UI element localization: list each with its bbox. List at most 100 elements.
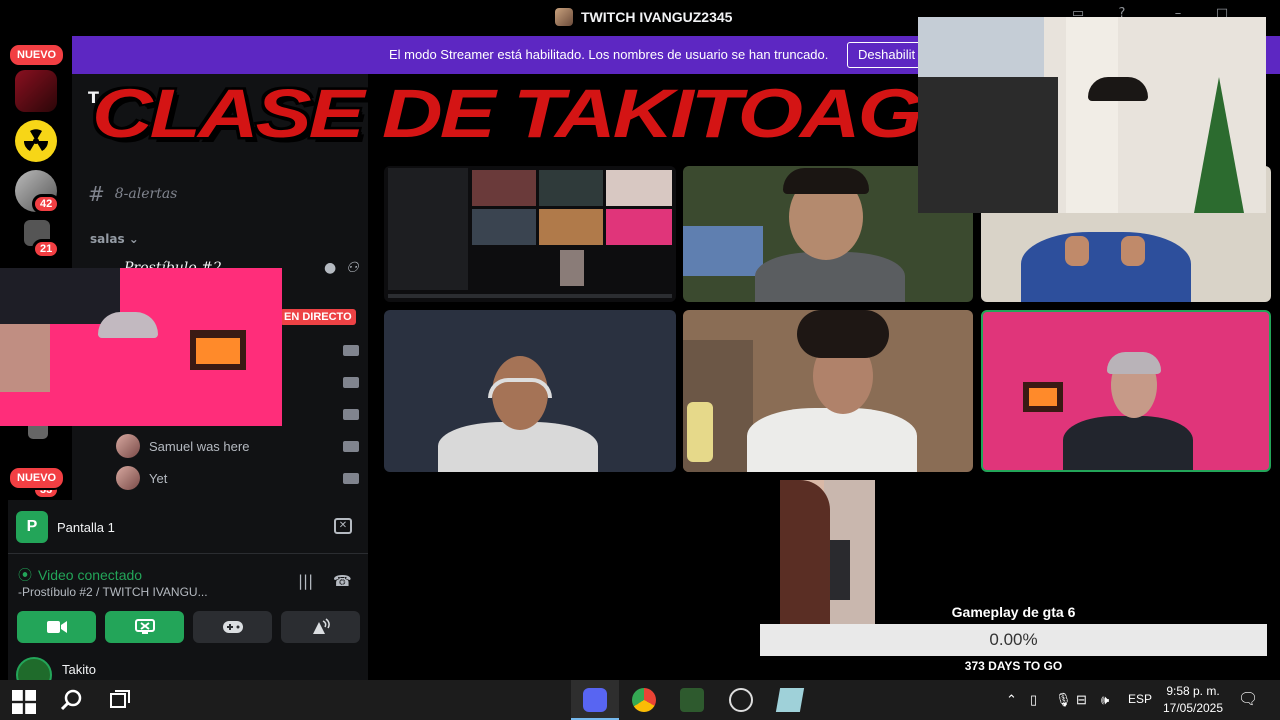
screen-share-app-icon: P <box>16 511 48 543</box>
radiation-icon <box>23 129 49 151</box>
stream-avatar-icon <box>555 8 573 26</box>
shared-screen-sidebar <box>388 168 468 290</box>
screen-share-row[interactable]: P Pantalla 1 ✕ <box>16 510 360 544</box>
shared-video-thumb <box>606 170 672 206</box>
add-member-icon[interactable]: ⚇ <box>346 260 359 276</box>
noise-suppression-icon[interactable]: ||| <box>298 572 313 590</box>
server-icon[interactable] <box>15 70 57 112</box>
server-icon-radiation[interactable] <box>15 120 57 162</box>
voice-member[interactable]: Samuel was here <box>116 434 249 458</box>
discord-icon[interactable] <box>583 688 607 712</box>
chat-icon[interactable]: ● <box>324 260 336 276</box>
camera-icon <box>343 409 359 420</box>
person-body <box>0 268 120 324</box>
clock-date: 17/05/2025 <box>1162 701 1224 715</box>
username: Takito <box>62 661 96 677</box>
nuevo-badge: NUEVO <box>8 43 66 67</box>
channel-label: 8-alertas <box>114 186 178 202</box>
divider <box>8 553 368 554</box>
microphone-icon[interactable]: 🎙︎ <box>1055 692 1072 708</box>
disconnect-icon[interactable]: ☎ <box>333 572 352 590</box>
mention-badge: 42 <box>32 194 61 214</box>
chevron-down-icon: ⌄ <box>128 232 139 246</box>
gamepad-icon <box>222 621 243 633</box>
streamer-webcam <box>918 17 1266 213</box>
goal-label: Gameplay de gta 6 <box>951 604 1076 620</box>
app-icon[interactable] <box>680 688 704 712</box>
channel-alerts[interactable]: # 8-alertas <box>88 182 177 206</box>
signal-icon: ⦿ <box>18 567 32 583</box>
volume-icon[interactable]: 🕪︎ <box>1101 692 1109 708</box>
goal-progress-bar: 0.00% <box>760 624 1267 656</box>
video-tile-participant-speaking[interactable] <box>981 310 1271 472</box>
person-hair <box>780 480 830 624</box>
video-tile-screen-share[interactable] <box>384 166 676 302</box>
voice-actions <box>17 611 360 643</box>
nuevo-badge: NUEVO <box>8 466 66 490</box>
disable-streamer-mode-button[interactable]: Deshabilit <box>847 42 927 68</box>
network-icon[interactable]: ⊟ <box>1076 692 1087 708</box>
screen-share-icon <box>134 619 155 634</box>
person-hair <box>797 310 889 358</box>
christmas-tree <box>1194 77 1244 213</box>
shared-video-thumb <box>539 209 603 245</box>
connection-status-text: Video conectado <box>38 567 143 583</box>
voice-member[interactable]: Yet <box>116 466 167 490</box>
category-label: salas <box>90 232 125 246</box>
background-object <box>683 226 763 276</box>
person-hat <box>1107 352 1161 374</box>
shared-video-thumb <box>472 170 536 206</box>
video-tile-participant[interactable] <box>384 310 676 472</box>
goal-widget: Gameplay de gta 6 0.00% 373 DAYS TO GO <box>760 604 1267 673</box>
clock[interactable]: 9:58 p. m. 17/05/2025 <box>1160 683 1226 717</box>
category-salas[interactable]: salas ⌄ <box>90 232 139 246</box>
screen-share-button[interactable] <box>105 611 184 643</box>
window-title: TWITCH IVANGUZ2345 <box>555 8 732 26</box>
person-body <box>1021 232 1191 302</box>
camera-button[interactable] <box>17 611 96 643</box>
goal-countdown: 373 DAYS TO GO <box>964 659 1063 673</box>
window-title-text: TWITCH IVANGUZ2345 <box>581 9 733 25</box>
clock-time: 9:58 p. m. <box>1166 684 1220 698</box>
camera-icon <box>343 473 359 484</box>
background-object <box>687 402 713 462</box>
streamer-mode-message: El modo Streamer está habilitado. Los no… <box>389 47 829 62</box>
person-hair <box>1088 77 1148 101</box>
task-view-icon[interactable] <box>108 688 132 712</box>
person-hair <box>783 168 869 194</box>
windows-start-icon[interactable] <box>12 690 36 714</box>
notifications-icon[interactable]: 🗨︎ <box>1238 689 1258 709</box>
soundboard-button[interactable] <box>281 611 360 643</box>
language-indicator[interactable]: ESP <box>1128 692 1152 706</box>
app-icon[interactable] <box>775 688 805 712</box>
goal-percent: 0.00% <box>989 630 1038 649</box>
voice-panel: P Pantalla 1 ✕ ⦿ Video conectado -Prostí… <box>8 500 368 693</box>
live-badge: EN DIRECTO <box>280 309 356 325</box>
person-body <box>1063 416 1193 470</box>
shared-video-thumb <box>606 209 672 245</box>
thumbs-up <box>1065 236 1089 266</box>
background-object <box>196 338 240 364</box>
headphones <box>488 378 552 398</box>
search-icon[interactable] <box>60 688 84 712</box>
device-icon[interactable]: ▯ <box>1030 692 1037 708</box>
background-object <box>1029 388 1057 406</box>
connection-status[interactable]: ⦿ Video conectado <box>18 565 142 585</box>
stop-stream-icon[interactable]: ✕ <box>334 518 352 534</box>
person-body <box>747 408 917 472</box>
participant-webcam <box>0 268 282 426</box>
chrome-icon[interactable] <box>632 688 656 712</box>
shared-video-thumb <box>539 170 603 206</box>
obs-icon[interactable] <box>729 688 753 712</box>
shared-taskbar <box>388 294 672 298</box>
activities-button[interactable] <box>193 611 272 643</box>
user-panel[interactable]: Takito <box>16 657 368 693</box>
screen-share-label: Pantalla 1 <box>57 519 115 535</box>
camera-icon <box>343 377 359 388</box>
mention-badge: 21 <box>32 239 61 259</box>
camera-icon <box>343 441 359 452</box>
background-object <box>1066 17 1118 213</box>
member-name: Samuel was here <box>149 438 250 454</box>
video-tile-participant[interactable] <box>683 310 973 472</box>
chevron-up-icon[interactable]: ⌃ <box>1006 692 1017 708</box>
